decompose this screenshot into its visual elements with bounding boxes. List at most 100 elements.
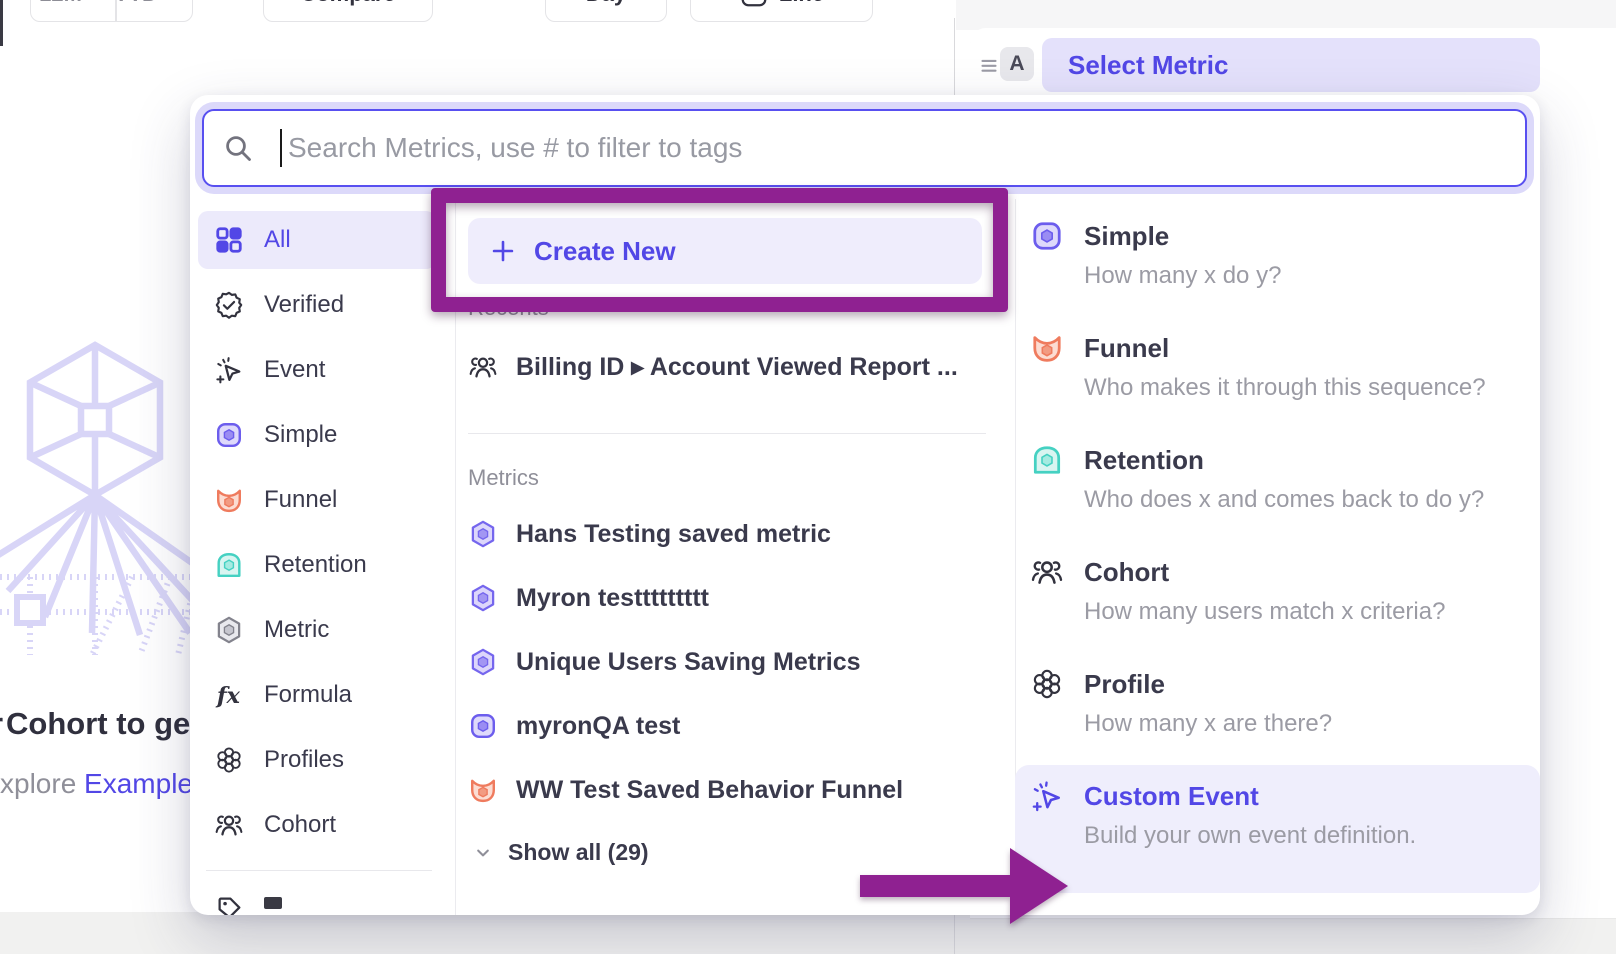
sidebar-item-label: Retention [264, 551, 367, 579]
option-title: Custom Event [1084, 781, 1259, 812]
compare-label: Compare [300, 0, 395, 7]
option-custom-event[interactable]: Custom Event Build your own event defini… [1023, 776, 1535, 876]
simple-icon [214, 420, 244, 450]
option-title: Simple [1084, 221, 1169, 252]
option-description: How many x do y? [1084, 262, 1535, 290]
option-title: Cohort [1084, 557, 1169, 588]
select-metric-label: Select Metric [1068, 50, 1228, 81]
option-description: How many x are there? [1084, 710, 1535, 738]
sidebar-item-verified[interactable]: Verified [198, 276, 436, 334]
metric-list-item[interactable]: Unique Users Saving Metrics [468, 645, 988, 679]
option-description: Build your own event definition. [1084, 822, 1535, 850]
compare-button[interactable]: Compare [263, 0, 433, 22]
sidebar-item-label: Event [264, 356, 325, 384]
range-ytd[interactable]: YTD [114, 0, 158, 7]
chevron-down-icon [472, 842, 494, 864]
drag-handle-icon[interactable] [976, 52, 1002, 78]
sidebar-item-formula[interactable]: Formula [198, 666, 436, 724]
cursor-sparkle-icon [1030, 779, 1064, 813]
sidebar-item-profiles[interactable]: Profiles [198, 731, 436, 789]
sidebar-item-cohort[interactable]: Cohort [198, 796, 436, 854]
select-metric-pill[interactable]: Select Metric [1042, 38, 1540, 92]
retention-icon [1030, 443, 1064, 477]
text-caret [280, 129, 282, 167]
option-retention[interactable]: Retention Who does x and comes back to d… [1023, 440, 1535, 540]
profiles-icon [1030, 667, 1064, 701]
option-title: Profile [1084, 669, 1165, 700]
sidebar-item-funnel[interactable]: Funnel [198, 471, 436, 529]
metric-item-label: Unique Users Saving Metrics [516, 648, 861, 677]
sidebar-item-label: Profiles [264, 746, 344, 774]
tag-icon [214, 893, 244, 915]
search-box[interactable] [202, 109, 1527, 187]
option-title: Funnel [1084, 333, 1169, 364]
cohort-icon [214, 810, 244, 840]
option-profile[interactable]: Profile How many x are there? [1023, 664, 1535, 764]
line-chart-icon [739, 0, 769, 9]
metric-item-label: Myron testtttttttt [516, 584, 709, 613]
badge-check-icon [214, 290, 244, 320]
metrics-section-label: Metrics [468, 465, 539, 491]
sidebar-item-all[interactable]: All [198, 211, 436, 269]
show-all-toggle[interactable]: Show all (29) [472, 839, 649, 866]
annotation-arrow [858, 842, 1073, 930]
sidebar-item-label: Formula [264, 681, 352, 709]
option-simple[interactable]: Simple How many x do y? [1023, 216, 1535, 316]
funnel-icon [214, 485, 244, 515]
recents-metrics-divider [468, 433, 986, 434]
cohort-icon [468, 352, 498, 382]
granularity-label: Day [586, 0, 626, 7]
profiles-icon [214, 745, 244, 775]
option-cohort[interactable]: Cohort How many users match x criteria? [1023, 552, 1535, 652]
hexagon-badge-icon [468, 647, 498, 677]
sidebar-item-simple[interactable]: Simple [198, 406, 436, 464]
chevron-down-icon [168, 0, 184, 2]
hexagon-badge-icon [468, 519, 498, 549]
metric-list-item[interactable]: Myron testtttttttt [468, 581, 988, 615]
show-all-label: Show all (29) [508, 839, 649, 866]
granularity-button[interactable]: Day [545, 0, 667, 22]
range-12m[interactable]: 12M [39, 0, 82, 7]
formula-icon [214, 680, 244, 710]
option-funnel[interactable]: Funnel Who makes it through this sequenc… [1023, 328, 1535, 428]
option-description: Who makes it through this sequence? [1084, 374, 1535, 402]
segment-divider [115, 0, 117, 21]
option-title: Retention [1084, 445, 1204, 476]
sidebar-item-event[interactable]: Event [198, 341, 436, 399]
recent-item[interactable]: Billing ID ▸ Account Viewed Report ... [468, 350, 988, 384]
hexagon-badge-icon [468, 583, 498, 613]
simple-icon [468, 711, 498, 741]
metric-item-label: Hans Testing saved metric [516, 520, 831, 549]
funnel-icon [468, 775, 498, 805]
cursor-sparkle-icon [214, 355, 244, 385]
sidebar-item-label: All [264, 226, 291, 254]
clipped-label-fragment [264, 897, 282, 909]
explore-prefix: xplore [0, 768, 76, 799]
metric-item-label: WW Test Saved Behavior Funnel [516, 776, 903, 805]
metric-list-item[interactable]: WW Test Saved Behavior Funnel [468, 773, 988, 807]
funnel-icon [1030, 331, 1064, 365]
retention-icon [214, 550, 244, 580]
sidebar-item-label: Simple [264, 421, 337, 449]
metric-list-item[interactable]: myronQA test [468, 709, 988, 743]
sidebar-item-label: Funnel [264, 486, 337, 514]
sidebar-item-retention[interactable]: Retention [198, 536, 436, 594]
sidebar-item-partial[interactable] [214, 893, 282, 915]
sidebar-section-divider [206, 870, 432, 871]
date-range-segmented-control[interactable]: 12M YTD [30, 0, 193, 22]
option-description: Who does x and comes back to do y? [1084, 486, 1535, 514]
sidebar-item-label: Cohort [264, 811, 336, 839]
simple-icon [1030, 219, 1064, 253]
sidebar-item-label: Metric [264, 616, 329, 644]
metric-list-item[interactable]: Hans Testing saved metric [468, 517, 988, 551]
chart-type-button[interactable]: Line [690, 0, 873, 22]
annotation-highlight-box [431, 188, 1008, 312]
series-a-badge: A [1000, 47, 1034, 81]
top-right-backdrop [956, 0, 1616, 30]
cohort-icon [1030, 555, 1064, 589]
search-input[interactable] [286, 131, 1525, 165]
sidebar-item-label: Verified [264, 291, 344, 319]
sidebar-item-metric[interactable]: Metric [198, 601, 436, 659]
option-description: How many users match x criteria? [1084, 598, 1535, 626]
background-heading-left-fragment: r [0, 706, 3, 742]
